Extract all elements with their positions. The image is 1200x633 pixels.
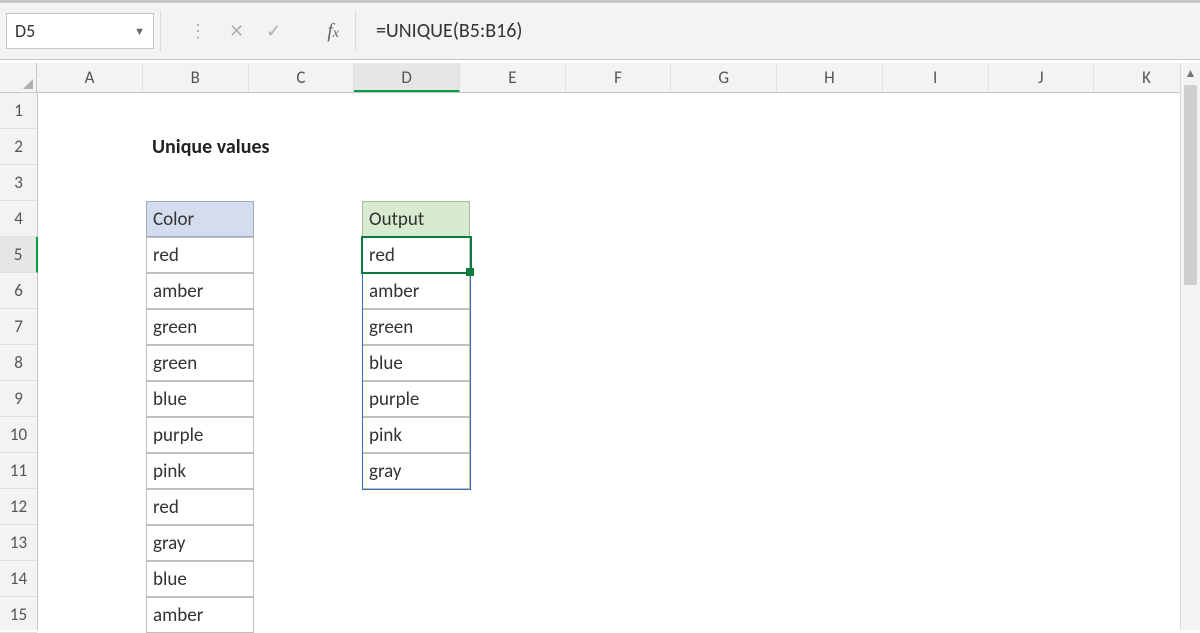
cell-D6[interactable]: amber: [362, 273, 470, 309]
row-header-14[interactable]: 14: [0, 561, 37, 597]
name-box-value: D5: [15, 20, 35, 42]
enter-icon[interactable]: ✓: [266, 20, 281, 42]
cell-B12[interactable]: red: [146, 489, 254, 525]
spreadsheet-grid: A B C D E F G H I J K 1 2 3 4 5 6 7 8 9 …: [0, 63, 1200, 630]
col-header-A[interactable]: A: [37, 63, 143, 92]
row-header-15[interactable]: 15: [0, 597, 37, 633]
cell-B5[interactable]: red: [146, 237, 254, 273]
col-header-H[interactable]: H: [777, 63, 883, 92]
row-header-11[interactable]: 11: [0, 453, 37, 489]
row-header-6[interactable]: 6: [0, 273, 37, 309]
cell-B14[interactable]: blue: [146, 561, 254, 597]
formula-text: =UNIQUE(B5:B16): [376, 19, 522, 43]
cell-B7[interactable]: green: [146, 309, 254, 345]
col-header-I[interactable]: I: [883, 63, 989, 92]
cell-B13[interactable]: gray: [146, 525, 254, 561]
cell-B11[interactable]: pink: [146, 453, 254, 489]
cancel-icon[interactable]: ✕: [229, 20, 244, 42]
cells-layer[interactable]: Unique values Color Output red amber gre…: [38, 93, 1200, 630]
vertical-scrollbar[interactable]: ▲: [1180, 63, 1200, 630]
row-header-9[interactable]: 9: [0, 381, 37, 417]
cell-B6[interactable]: amber: [146, 273, 254, 309]
select-all-corner[interactable]: [0, 63, 37, 92]
row-header-7[interactable]: 7: [0, 309, 37, 345]
formula-buttons: ⋮ ✕ ✓ fx: [189, 20, 349, 43]
divider: [355, 10, 356, 52]
formula-input[interactable]: =UNIQUE(B5:B16): [362, 13, 1200, 49]
col-header-G[interactable]: G: [671, 63, 777, 92]
col-header-J[interactable]: J: [989, 63, 1095, 92]
cell-D5[interactable]: red: [362, 237, 470, 273]
row-header-8[interactable]: 8: [0, 345, 37, 381]
name-box[interactable]: D5 ▼: [6, 13, 154, 49]
cell-D8[interactable]: blue: [362, 345, 470, 381]
row-header-2[interactable]: 2: [0, 129, 37, 165]
scroll-up-icon[interactable]: ▲: [1181, 63, 1200, 83]
row-header-13[interactable]: 13: [0, 525, 37, 561]
cell-B8[interactable]: green: [146, 345, 254, 381]
cell-B2-title[interactable]: Unique values: [146, 129, 446, 165]
cell-D10[interactable]: pink: [362, 417, 470, 453]
row-header-column: 1 2 3 4 5 6 7 8 9 10 11 12 13 14 15: [0, 93, 38, 630]
fx-icon[interactable]: fx: [327, 20, 339, 43]
divider: [160, 10, 161, 52]
col-header-F[interactable]: F: [566, 63, 672, 92]
cell-B10[interactable]: purple: [146, 417, 254, 453]
row-header-12[interactable]: 12: [0, 489, 37, 525]
col-header-E[interactable]: E: [460, 63, 566, 92]
formula-bar: D5 ▼ ⋮ ✕ ✓ fx =UNIQUE(B5:B16): [0, 3, 1200, 60]
cell-D11[interactable]: gray: [362, 453, 470, 489]
row-header-10[interactable]: 10: [0, 417, 37, 453]
cell-B4-color-header[interactable]: Color: [146, 201, 254, 237]
row-header-4[interactable]: 4: [0, 201, 37, 237]
cell-D7[interactable]: green: [362, 309, 470, 345]
row-header-5[interactable]: 5: [0, 237, 38, 273]
cell-B15[interactable]: amber: [146, 597, 254, 633]
col-header-B[interactable]: B: [143, 63, 249, 92]
scroll-thumb[interactable]: [1184, 85, 1197, 285]
cell-D4-output-header[interactable]: Output: [362, 201, 470, 237]
cell-B9[interactable]: blue: [146, 381, 254, 417]
row-header-1[interactable]: 1: [0, 93, 37, 129]
dropdown-icon[interactable]: ▼: [134, 25, 145, 38]
row-header-3[interactable]: 3: [0, 165, 37, 201]
more-icon[interactable]: ⋮: [189, 20, 207, 42]
cell-D9[interactable]: purple: [362, 381, 470, 417]
grid-body: 1 2 3 4 5 6 7 8 9 10 11 12 13 14 15 Uniq…: [0, 93, 1200, 630]
col-header-C[interactable]: C: [249, 63, 355, 92]
column-header-row: A B C D E F G H I J K: [0, 63, 1200, 93]
col-header-D[interactable]: D: [354, 63, 460, 92]
